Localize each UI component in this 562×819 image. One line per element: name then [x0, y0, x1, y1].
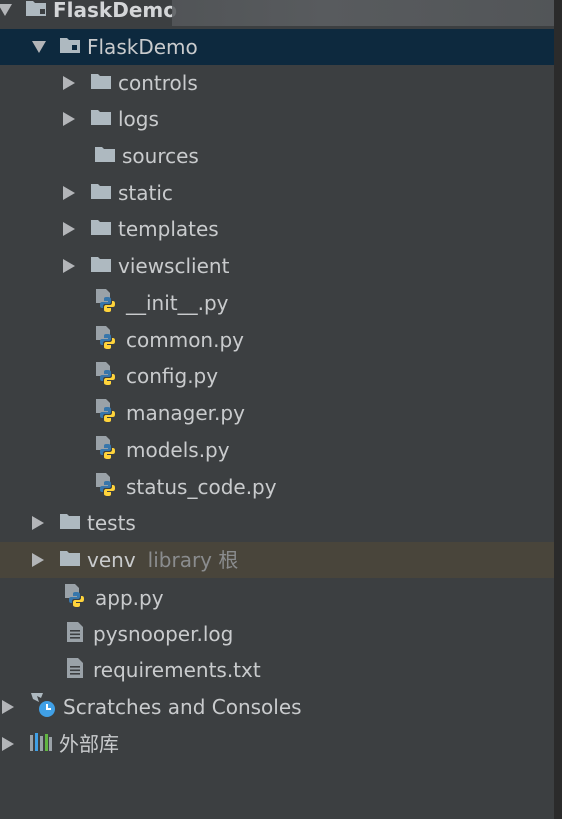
- tree-row-config-py[interactable]: config.py: [0, 358, 554, 394]
- collapse-arrow-icon[interactable]: [32, 516, 44, 530]
- collapse-arrow-icon[interactable]: [63, 112, 75, 126]
- library-bars-icon: [29, 731, 53, 757]
- common-py-label: common.py: [126, 328, 244, 352]
- tree-row-status-code-py[interactable]: status_code.py: [0, 469, 554, 505]
- app-py-label: app.py: [95, 586, 164, 610]
- python-file-icon: [94, 361, 120, 391]
- blurred-path: [172, 0, 554, 26]
- tree-row-requirements-txt[interactable]: requirements.txt: [0, 652, 554, 688]
- expand-arrow-icon[interactable]: [32, 41, 46, 53]
- collapse-arrow-icon[interactable]: [63, 186, 75, 200]
- tree-row-manager-py[interactable]: manager.py: [0, 395, 554, 431]
- folder-icon: [59, 512, 81, 534]
- logs-label: logs: [118, 107, 159, 131]
- manager-py-label: manager.py: [126, 401, 245, 425]
- folder-icon: [94, 145, 116, 167]
- pysnooper-log-label: pysnooper.log: [93, 622, 234, 646]
- python-file-icon: [63, 583, 89, 613]
- external-libraries-label: 外部库: [59, 732, 119, 756]
- folder-icon: [90, 72, 112, 94]
- folder-icon: [59, 549, 81, 571]
- project-tree: FlaskDemo FlaskDemo controls logs source…: [0, 0, 554, 819]
- collapse-arrow-icon[interactable]: [2, 737, 14, 751]
- folder-icon: [90, 218, 112, 240]
- python-file-icon: [94, 472, 120, 502]
- module-folder-icon: [25, 0, 47, 21]
- collapse-arrow-icon[interactable]: [63, 222, 75, 236]
- collapse-arrow-icon[interactable]: [32, 553, 44, 567]
- tree-row-common-py[interactable]: common.py: [0, 322, 554, 358]
- tree-row-controls[interactable]: controls: [0, 65, 554, 101]
- collapse-arrow-icon[interactable]: [63, 259, 75, 273]
- tree-row-models-py[interactable]: models.py: [0, 432, 554, 468]
- config-py-label: config.py: [126, 364, 219, 388]
- python-file-icon: [94, 288, 120, 318]
- init-py-label: __init__.py: [126, 291, 229, 315]
- scratches-clock-icon: [29, 691, 57, 723]
- folder-icon: [90, 182, 112, 204]
- collapse-arrow-icon[interactable]: [63, 76, 75, 90]
- tree-row-static[interactable]: static: [0, 175, 554, 211]
- static-label: static: [118, 181, 173, 205]
- module-folder-icon: [59, 36, 81, 58]
- sources-label: sources: [122, 144, 199, 168]
- tests-label: tests: [87, 511, 136, 535]
- models-py-label: models.py: [126, 438, 230, 462]
- collapse-arrow-icon[interactable]: [2, 700, 14, 714]
- python-file-icon: [94, 435, 120, 465]
- tree-row-scratches[interactable]: Scratches and Consoles: [0, 689, 554, 725]
- tree-row-logs[interactable]: logs: [0, 101, 554, 137]
- viewsclient-label: viewsclient: [118, 254, 230, 278]
- tree-row-external-libraries[interactable]: 外部库: [0, 726, 554, 762]
- venv-label: venv: [87, 548, 136, 572]
- folder-icon: [90, 255, 112, 277]
- scratches-label: Scratches and Consoles: [63, 695, 302, 719]
- tree-row-pysnooper-log[interactable]: pysnooper.log: [0, 616, 554, 652]
- tree-row-app-py[interactable]: app.py: [0, 580, 554, 616]
- python-file-icon: [94, 398, 120, 428]
- tree-row-flaskdemo[interactable]: FlaskDemo: [0, 29, 554, 65]
- tree-row-init-py[interactable]: __init__.py: [0, 285, 554, 321]
- status-code-py-label: status_code.py: [126, 475, 277, 499]
- tree-row-templates[interactable]: templates: [0, 211, 554, 247]
- expand-arrow-icon[interactable]: [0, 4, 12, 16]
- requirements-txt-label: requirements.txt: [93, 658, 261, 682]
- controls-label: controls: [118, 71, 198, 95]
- python-file-icon: [94, 325, 120, 355]
- scrollbar-track[interactable]: [554, 0, 562, 819]
- text-file-icon: [63, 620, 87, 648]
- root-label: FlaskDemo: [53, 0, 177, 22]
- tree-row-tests[interactable]: tests: [0, 505, 554, 541]
- folder-icon: [90, 108, 112, 130]
- templates-label: templates: [118, 217, 219, 241]
- flaskdemo-label: FlaskDemo: [87, 35, 198, 59]
- tree-row-sources[interactable]: sources: [0, 138, 554, 174]
- library-root-hint: library 根: [147, 548, 239, 572]
- text-file-icon: [63, 656, 87, 684]
- tree-row-venv[interactable]: venv library 根: [0, 542, 554, 578]
- tree-row-viewsclient[interactable]: viewsclient: [0, 248, 554, 284]
